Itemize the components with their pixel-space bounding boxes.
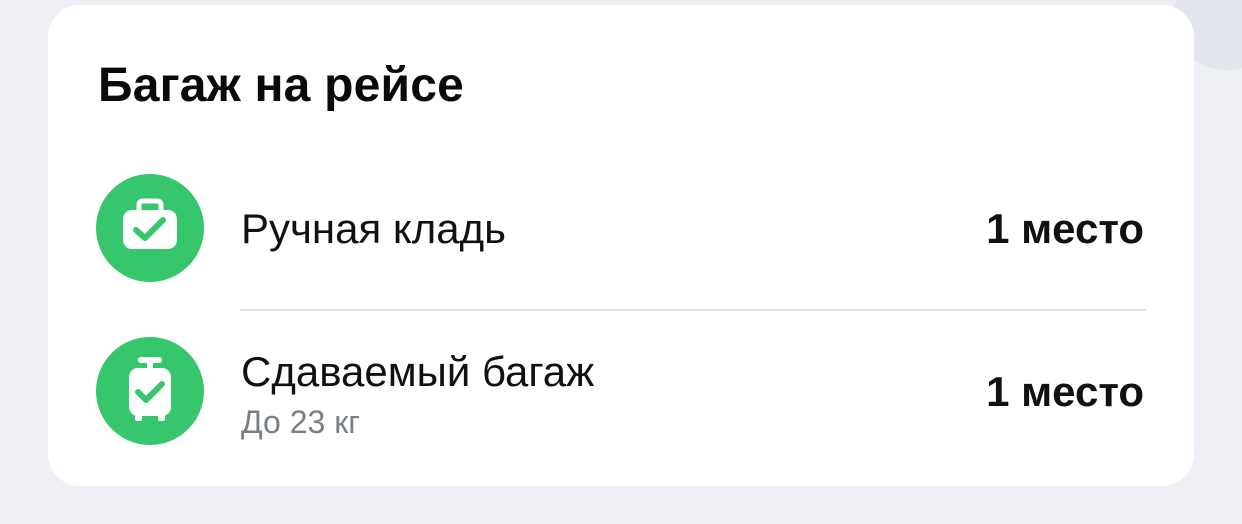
baggage-item-checked[interactable]: Сдаваемый багаж До 23 кг 1 место bbox=[48, 336, 1194, 446]
item-quantity: 1 место bbox=[986, 368, 1144, 415]
item-weight-limit: До 23 кг bbox=[241, 404, 360, 440]
item-quantity: 1 место bbox=[986, 205, 1144, 252]
item-label: Ручная кладь bbox=[241, 205, 506, 252]
row-divider bbox=[240, 309, 1146, 311]
baggage-item-carry-on[interactable]: Ручная кладь 1 место bbox=[48, 173, 1194, 283]
carry-on-bag-check-icon bbox=[96, 174, 204, 282]
card-title: Багаж на рейсе bbox=[98, 59, 464, 112]
baggage-card: Багаж на рейсе Ручная кладь 1 место Сдав… bbox=[48, 5, 1194, 486]
item-label: Сдаваемый багаж bbox=[241, 348, 595, 395]
checked-suitcase-check-icon bbox=[96, 337, 204, 445]
